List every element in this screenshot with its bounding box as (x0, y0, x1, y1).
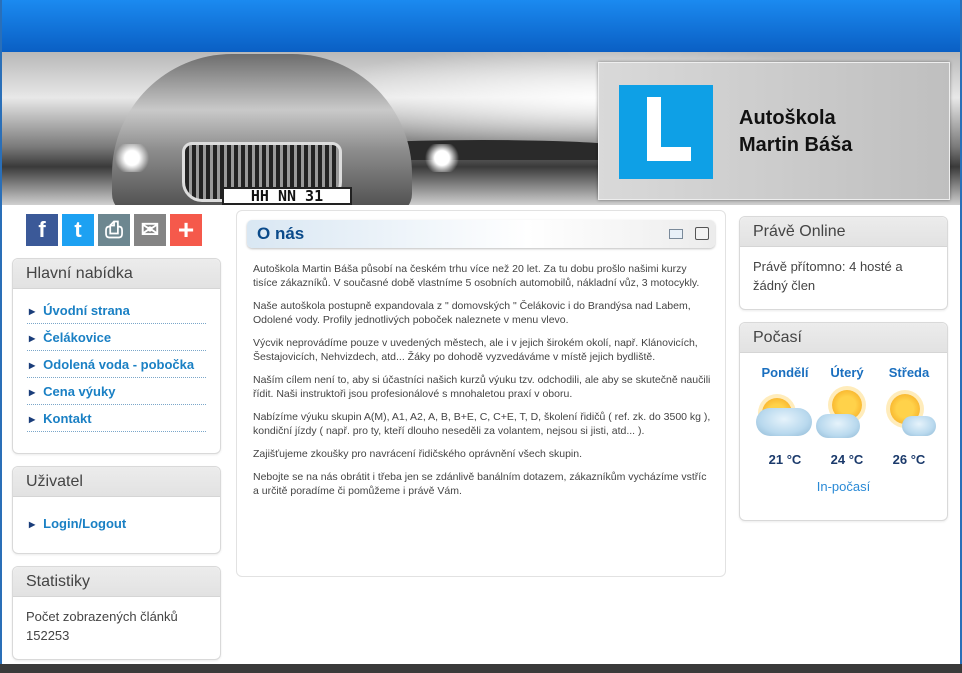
main-menu-title: Hlavní nabídka (13, 259, 220, 289)
login-logout-link[interactable]: ▶ Login/Logout (27, 510, 206, 537)
article-paragraph: Nabízíme výuku skupin A(M), A1, A2, A, B… (253, 411, 711, 437)
print-article-icon[interactable] (695, 227, 709, 240)
bullet-arrow-icon: ▶ (29, 361, 36, 370)
article-paragraph: Autoškola Martin Báša působí na českém t… (253, 263, 700, 289)
sun-cloud-icon (878, 384, 940, 446)
sun-cloud-icon (816, 384, 878, 446)
more-share-icon[interactable]: + (170, 214, 202, 246)
print-share-icon[interactable]: ⎙ (98, 214, 130, 246)
stats-count: 152253 (26, 628, 70, 643)
brand-line-1: Autoškola (739, 107, 836, 129)
weather-temp: 26 °C (892, 452, 926, 467)
menu-item-uvodni-strana[interactable]: ▶ Úvodní strana (27, 297, 206, 324)
user-module: Uživatel ▶ Login/Logout (12, 466, 221, 554)
user-title: Uživatel (13, 467, 220, 497)
online-text: Právě přítomno: 4 hosté a žádný člen (753, 259, 903, 293)
weather-module: Počasí Pondělí 21 °C Úterý 24 °C Středa … (739, 322, 948, 521)
car-headlight-left (112, 144, 152, 172)
stats-title: Statistiky (13, 567, 220, 597)
learner-l-logo-icon (619, 85, 713, 179)
weather-day-name: Středa (888, 365, 930, 380)
article-o-nas: O nás Autoškola Martin Báša působí na če… (236, 210, 726, 577)
article-title-bar: O nás (247, 220, 715, 248)
top-bar (0, 0, 962, 52)
email-article-icon[interactable] (669, 229, 683, 239)
weather-temp: 24 °C (830, 452, 864, 467)
weather-day-name: Pondělí (761, 365, 809, 380)
user-menu-list: ▶ Login/Logout (13, 497, 220, 537)
cloud-sun-icon (754, 384, 816, 446)
article-title: O nás (257, 224, 305, 243)
article-paragraph: Zajišťujeme zkoušky pro navrácení řidičs… (253, 448, 583, 460)
twitter-share-icon[interactable]: t (62, 214, 94, 246)
article-paragraph: Naším cílem není to, aby si účastníci na… (253, 374, 711, 400)
weather-day: Pondělí 21 °C (754, 365, 816, 467)
weather-day-name: Úterý (830, 365, 864, 380)
facebook-share-icon[interactable]: f (26, 214, 58, 246)
article-content: Autoškola Martin Báša působí na českém t… (253, 262, 713, 507)
car-headlight-right (422, 144, 462, 172)
bottom-bar (0, 664, 962, 673)
bullet-arrow-icon: ▶ (29, 307, 36, 316)
main-menu-list: ▶ Úvodní strana ▶ Čelákovice ▶ Odolená voda… (13, 289, 220, 432)
weather-day: Středa 26 °C (878, 365, 940, 467)
bullet-arrow-icon: ▶ (29, 520, 36, 529)
in-pocasi-link[interactable]: In-počasí (740, 479, 947, 494)
weather-forecast: Pondělí 21 °C Úterý 24 °C Středa 26 °C (740, 353, 947, 467)
stats-module: Statistiky Počet zobrazených článků 1522… (12, 566, 221, 660)
car-license-plate: HH NN 31 (222, 187, 352, 205)
brand-logo-box[interactable]: Autoškola Martin Báša (598, 62, 950, 200)
stats-body: Počet zobrazených článků 152253 (13, 597, 220, 655)
menu-item-cena-vyuky[interactable]: ▶ Cena výuky (27, 378, 206, 405)
bullet-arrow-icon: ▶ (29, 388, 36, 397)
email-share-icon[interactable]: ✉ (134, 214, 166, 246)
article-paragraph: Nebojte se na nás obrátit i třeba jen se… (253, 471, 707, 497)
menu-item-odolena-voda[interactable]: ▶ Odolená voda - pobočka (27, 351, 206, 378)
bullet-arrow-icon: ▶ (29, 415, 36, 424)
bullet-arrow-icon: ▶ (29, 334, 36, 343)
social-share-bar: f t ⎙ ✉ + (26, 214, 202, 246)
online-title: Právě Online (740, 217, 947, 247)
menu-item-celakovice[interactable]: ▶ Čelákovice (27, 324, 206, 351)
weather-temp: 21 °C (768, 452, 802, 467)
online-module: Právě Online Právě přítomno: 4 hosté a ž… (739, 216, 948, 310)
brand-name: Autoškola Martin Báša (739, 105, 852, 159)
weather-title: Počasí (740, 323, 947, 353)
stats-label: Počet zobrazených článků (26, 609, 178, 624)
weather-day: Úterý 24 °C (816, 365, 878, 467)
menu-item-kontakt[interactable]: ▶ Kontakt (27, 405, 206, 432)
article-paragraph: Naše autoškola postupně expandovala z " … (253, 300, 691, 326)
brand-line-2: Martin Báša (739, 134, 853, 156)
main-menu-module: Hlavní nabídka ▶ Úvodní strana ▶ Čelákovic… (12, 258, 221, 454)
article-paragraph: Výcvik neprovádíme pouze v uvedených měs… (253, 337, 698, 363)
